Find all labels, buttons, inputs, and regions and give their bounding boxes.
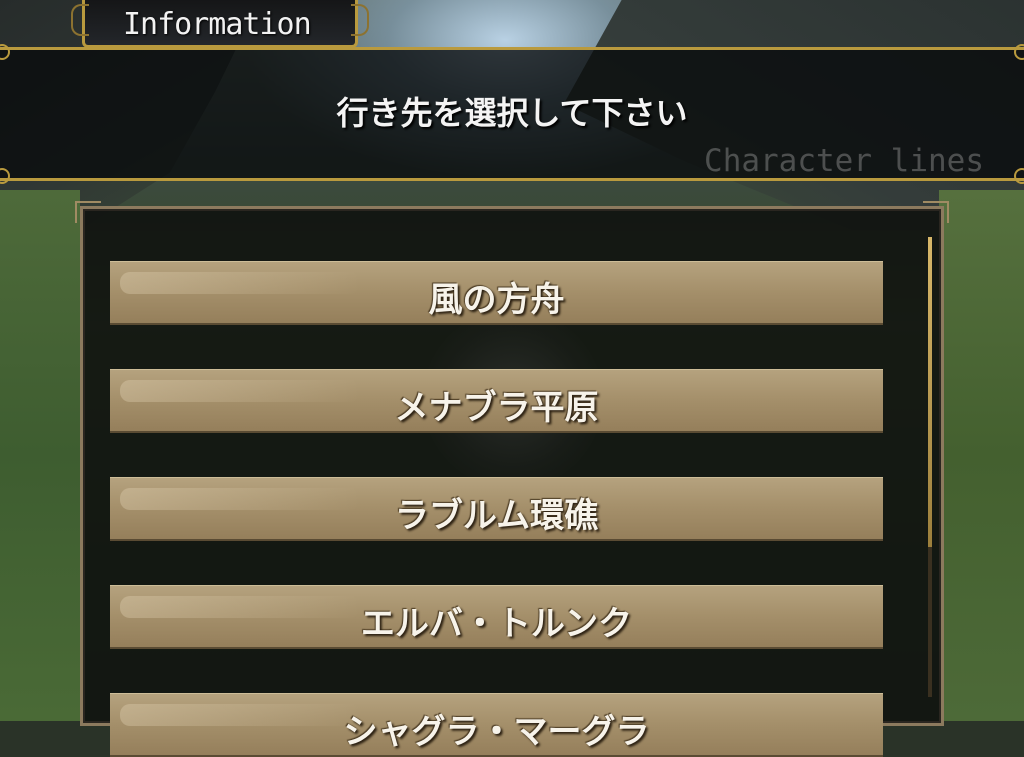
tab-ornament-right <box>351 4 369 36</box>
window-corner-ornament <box>923 201 949 223</box>
destination-button[interactable]: 風の方舟 <box>110 261 883 325</box>
destination-label: シャグラ・マーグラ <box>343 712 650 752</box>
banner-corner-ornament <box>1014 44 1024 60</box>
destination-label: ラブルム環礁 <box>394 496 599 536</box>
destination-label: エルバ・トルンク <box>360 604 633 644</box>
destination-list-window: 風の方舟 メナブラ平原 ラブルム環礁 エルバ・トルンク シャグラ・マーグラ <box>75 201 949 757</box>
banner-corner-ornament <box>1014 168 1024 184</box>
information-tab: Information <box>71 0 369 48</box>
tab-ornament-left <box>71 4 89 36</box>
scrollbar[interactable] <box>928 237 932 697</box>
message-text: 行き先を選択して下さい <box>336 94 688 132</box>
window-corner-ornament <box>75 201 101 223</box>
destination-button[interactable]: メナブラ平原 <box>110 369 883 433</box>
grass-left <box>0 190 80 721</box>
character-lines-label: Character lines <box>704 143 984 179</box>
information-title: Information <box>123 7 312 42</box>
destination-label: 風の方舟 <box>428 280 565 320</box>
destination-button[interactable]: シャグラ・マーグラ <box>110 693 883 757</box>
destination-button[interactable]: ラブルム環礁 <box>110 477 883 541</box>
grass-right <box>939 190 1024 721</box>
scrollbar-thumb[interactable] <box>928 237 932 547</box>
destination-button[interactable]: エルバ・トルンク <box>110 585 883 649</box>
message-banner: 行き先を選択して下さい Character lines <box>0 44 1024 184</box>
destination-label: メナブラ平原 <box>394 388 599 428</box>
banner-corner-ornament <box>0 44 10 60</box>
